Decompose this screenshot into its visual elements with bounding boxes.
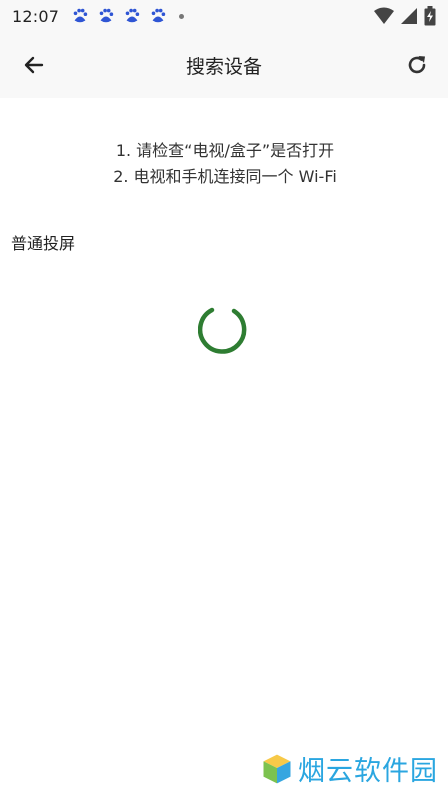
app-bar: 搜索设备 [0,32,448,98]
instruction-line-2: 2. 电视和手机连接同一个 Wi-Fi [113,167,337,186]
cellular-signal-icon [401,8,417,24]
wifi-icon [374,7,394,24]
baidu-paw-icon [151,8,166,23]
battery-charging-icon [424,6,436,26]
cube-logo-icon [262,752,292,785]
instructions: 1. 请检查“电视/盒子”是否打开 2. 电视和手机连接同一个 Wi-Fi [0,138,448,190]
status-time: 12:07 [12,6,60,26]
refresh-button[interactable] [402,50,432,80]
page-title: 搜索设备 [185,56,262,78]
loading-spinner-icon [198,307,247,354]
screen: 12:07 搜索设备 1. 请检查“电视/盒子”是否打开 2. 电视和手机连接同… [0,0,448,796]
watermark-text: 烟云软件园 [298,756,438,787]
baidu-paw-icon [125,8,140,23]
status-icons [374,6,436,26]
watermark: 烟云软件园 [260,749,438,788]
refresh-icon [408,56,426,74]
baidu-paw-icon [73,8,88,23]
instruction-line-1: 1. 请检查“电视/盒子”是否打开 [115,141,335,160]
more-notifications-dot-icon [179,13,185,19]
section-label-normal-cast: 普通投屏 [11,234,76,253]
status-bar: 12:07 [0,0,448,32]
baidu-paw-icon [99,8,114,23]
